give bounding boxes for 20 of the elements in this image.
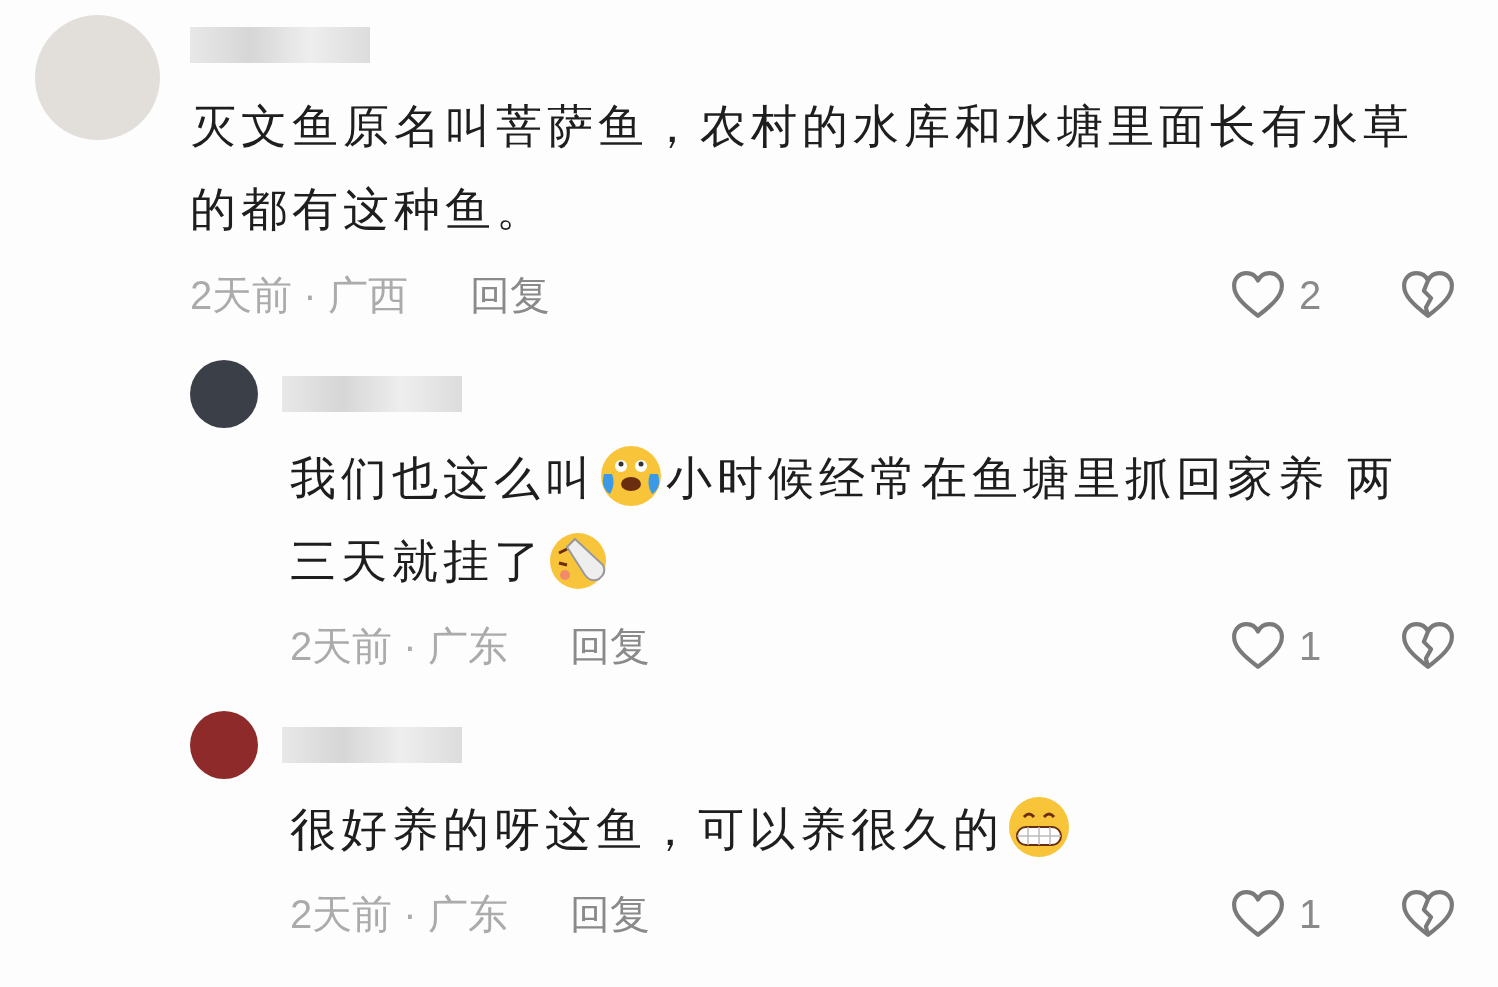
broken-heart-icon[interactable] bbox=[1401, 270, 1455, 320]
comment-time-location: 2天前 · 广东 bbox=[290, 890, 508, 938]
comment-text: 灭文鱼原名叫菩萨鱼，农村的水库和水塘里面长有水草的都有这种鱼。 bbox=[190, 99, 1415, 237]
broken-heart-icon[interactable] bbox=[1401, 889, 1455, 939]
comment-text: 我们也这么叫 bbox=[290, 451, 596, 506]
broken-heart-icon[interactable] bbox=[1401, 621, 1455, 671]
reply-link[interactable]: 回复 bbox=[569, 886, 650, 942]
reply-link[interactable]: 回复 bbox=[569, 618, 650, 674]
heart-icon bbox=[1231, 889, 1285, 939]
comment-time-location: 2天前 · 广西 bbox=[190, 271, 408, 319]
like-button[interactable]: 1 bbox=[1231, 889, 1361, 939]
like-button[interactable]: 1 bbox=[1231, 621, 1361, 671]
comment-time-location: 2天前 · 广东 bbox=[290, 622, 508, 670]
like-button[interactable]: 2 bbox=[1231, 270, 1361, 320]
reply-link[interactable]: 回复 bbox=[469, 267, 550, 323]
comment-text: 很好养的呀这鱼，可以养很久的 bbox=[290, 802, 1004, 857]
heart-icon bbox=[1231, 621, 1285, 671]
heart-icon bbox=[1231, 270, 1285, 320]
comment-text: 三天就挂了 bbox=[290, 534, 545, 589]
comment-text: 小时候经常在鱼塘里抓回家养 两 bbox=[666, 451, 1398, 506]
